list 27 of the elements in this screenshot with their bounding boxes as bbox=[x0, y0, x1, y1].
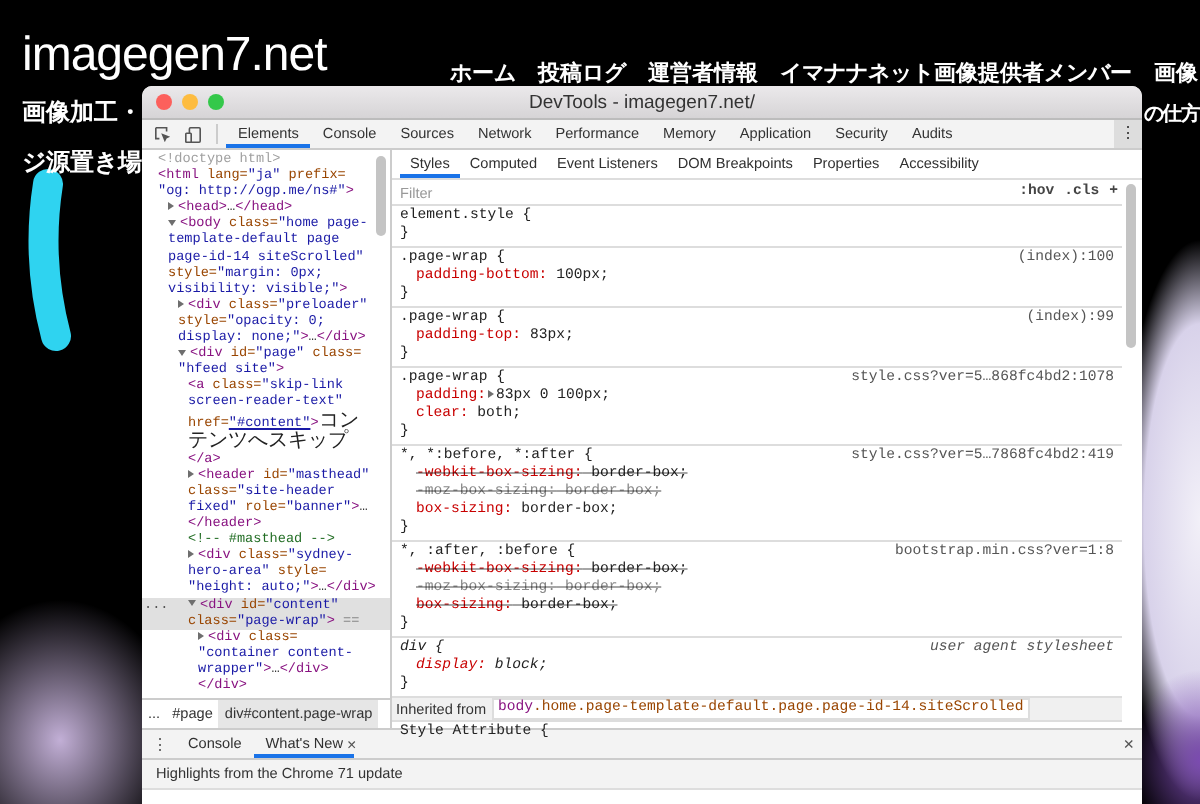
triangle-icon[interactable] bbox=[188, 550, 194, 559]
nav-link[interactable]: の仕方 bbox=[1143, 100, 1200, 130]
nav-link[interactable]: ホーム bbox=[450, 58, 516, 88]
nav-link[interactable]: 画像 bbox=[1154, 58, 1198, 88]
drawer-menu-button[interactable]: ⋮ bbox=[152, 735, 168, 753]
triangle-icon[interactable] bbox=[168, 220, 176, 227]
device-toolbar-icon[interactable] bbox=[184, 125, 202, 143]
triangle-icon[interactable] bbox=[488, 390, 495, 399]
triangle-icon[interactable] bbox=[178, 300, 184, 309]
site-tagline: 画像加工・ bbox=[22, 96, 142, 130]
triangle-icon[interactable] bbox=[168, 202, 174, 211]
more-menu-button[interactable]: ⋮ bbox=[1114, 120, 1142, 148]
close-drawer-button[interactable]: × bbox=[1123, 734, 1134, 754]
scrollbar-thumb[interactable] bbox=[376, 156, 386, 236]
triangle-icon[interactable] bbox=[178, 349, 186, 356]
scrollbar-thumb[interactable] bbox=[1126, 184, 1136, 348]
nav-link[interactable]: 投稿ログ bbox=[538, 58, 626, 88]
site-logo[interactable]: imagegen7.net bbox=[22, 28, 327, 84]
triangle-icon[interactable] bbox=[198, 631, 204, 640]
nav-link[interactable]: イマナナネット画像提供者メンバー bbox=[780, 58, 1132, 88]
inspect-icon[interactable] bbox=[154, 125, 172, 143]
triangle-icon[interactable] bbox=[188, 469, 194, 478]
window-title: DevTools - imagegen7.net/ bbox=[528, 91, 755, 113]
triangle-icon[interactable] bbox=[188, 600, 196, 607]
close-tab-button[interactable]: × bbox=[346, 735, 357, 753]
nav-link[interactable]: 運営者情報 bbox=[648, 58, 758, 88]
site-tagline: ジ源置き場 bbox=[22, 146, 142, 180]
